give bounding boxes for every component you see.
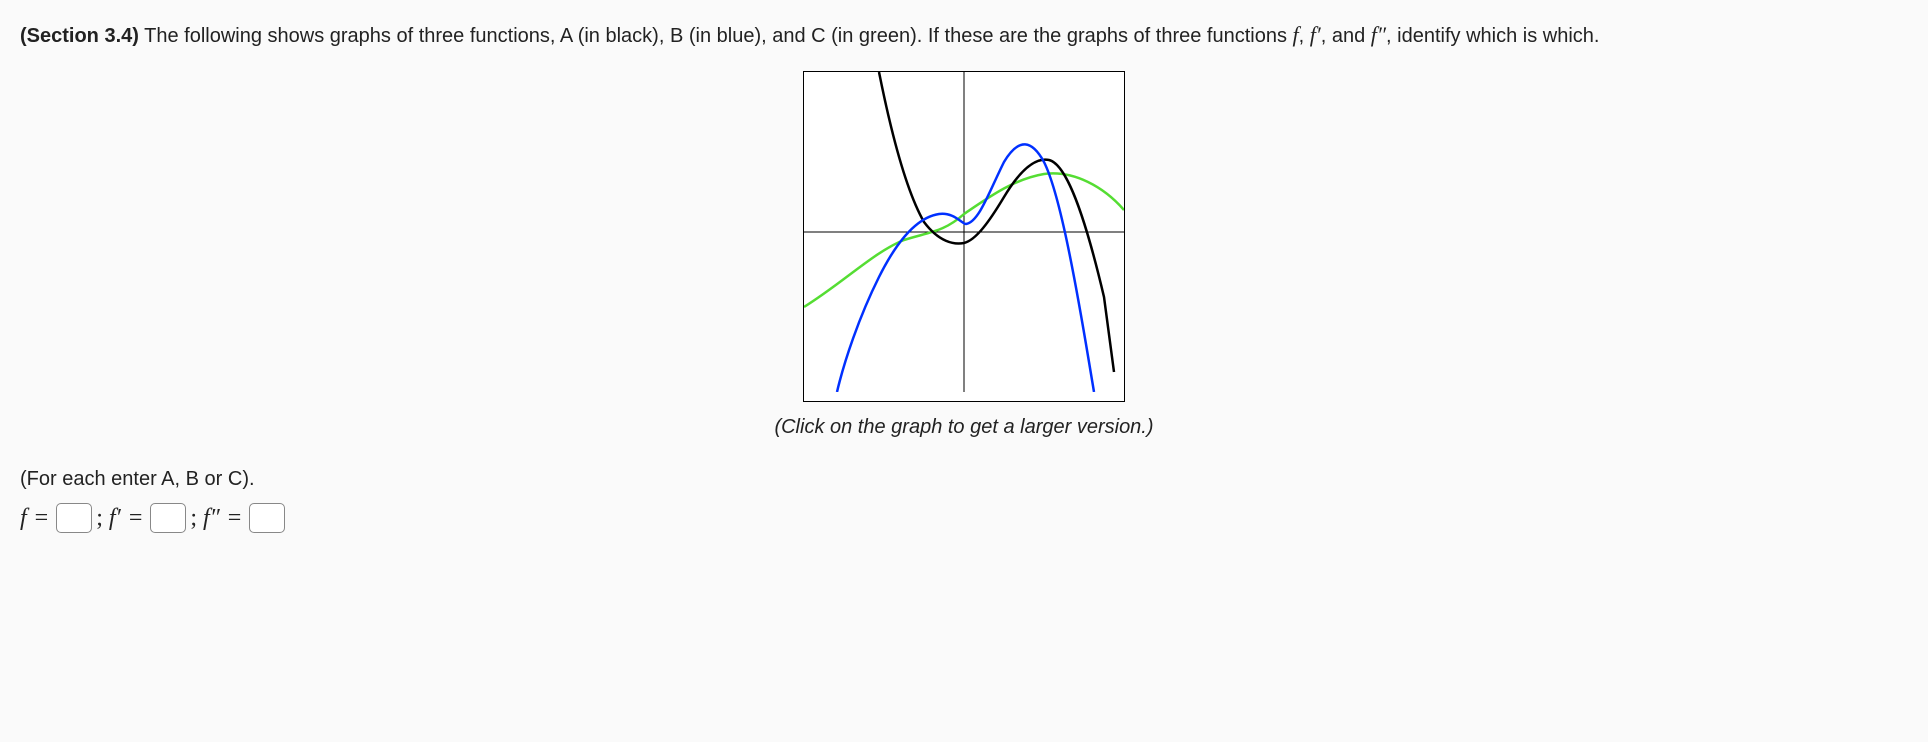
answer-row: f = ; f′ = ; f″ = bbox=[20, 500, 1908, 536]
instruction-text: (For each enter A, B or C). bbox=[20, 464, 1908, 494]
curve-a-black bbox=[879, 72, 1114, 372]
fpp-input[interactable] bbox=[249, 503, 285, 533]
fprime-label: f′ bbox=[109, 500, 121, 536]
graph-container: (Click on the graph to get a larger vers… bbox=[20, 71, 1908, 442]
comma-1: , bbox=[1299, 25, 1310, 47]
eq-3: = bbox=[228, 500, 242, 536]
sep-2: ; bbox=[190, 500, 197, 536]
math-fpp: f″ bbox=[1371, 22, 1386, 47]
f-input[interactable] bbox=[56, 503, 92, 533]
fpp-label: f″ bbox=[203, 500, 220, 536]
intro-text-1: The following shows graphs of three func… bbox=[139, 25, 1293, 47]
intro-text-2: , identify which is which. bbox=[1386, 25, 1599, 47]
curve-b-blue bbox=[837, 144, 1094, 392]
graph-svg bbox=[804, 72, 1124, 392]
question-text: (Section 3.4) The following shows graphs… bbox=[20, 18, 1908, 51]
math-fprime: f′ bbox=[1310, 22, 1321, 47]
f-label: f bbox=[20, 500, 27, 536]
comma-2: , and bbox=[1321, 25, 1371, 47]
eq-2: = bbox=[129, 500, 143, 536]
section-label: (Section 3.4) bbox=[20, 25, 139, 47]
graph-image[interactable] bbox=[803, 71, 1125, 402]
sep-1: ; bbox=[96, 500, 103, 536]
eq-1: = bbox=[35, 500, 49, 536]
fprime-input[interactable] bbox=[150, 503, 186, 533]
graph-caption: (Click on the graph to get a larger vers… bbox=[20, 412, 1908, 442]
